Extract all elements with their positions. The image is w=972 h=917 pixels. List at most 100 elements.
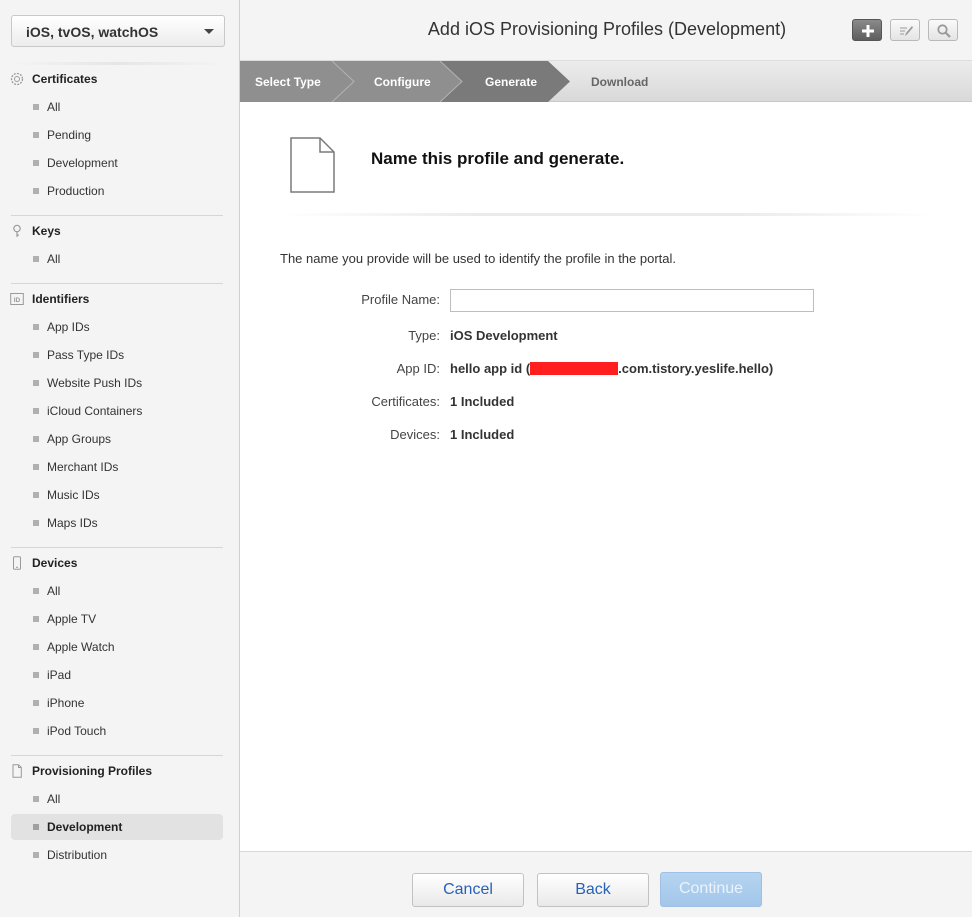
bullet bbox=[33, 104, 39, 110]
sidebar-item-profiles-distribution[interactable]: Distribution bbox=[11, 842, 223, 868]
sidebar-item-label: Pass Type IDs bbox=[47, 348, 125, 362]
bullet bbox=[33, 852, 39, 858]
platform-select[interactable]: iOS, tvOS, watchOS bbox=[11, 15, 225, 47]
bullet bbox=[33, 380, 39, 386]
chevron-down-icon bbox=[204, 29, 214, 34]
bullet bbox=[33, 824, 39, 830]
add-button[interactable] bbox=[852, 19, 882, 41]
intro-text: The name you provide will be used to ide… bbox=[280, 251, 677, 266]
sidebar-item-label: Merchant IDs bbox=[47, 460, 119, 474]
sidebar-item-app-groups[interactable]: App Groups bbox=[11, 426, 223, 452]
sidebar-item-label: iPod Touch bbox=[47, 724, 107, 738]
certificates-value: 1 Included bbox=[450, 394, 515, 409]
bullet bbox=[33, 700, 39, 706]
sidebar-item-label: Development bbox=[47, 156, 118, 170]
bullet bbox=[33, 728, 39, 734]
bullet bbox=[33, 256, 39, 262]
sidebar-item-icloud-containers[interactable]: iCloud Containers bbox=[11, 398, 223, 424]
type-value: iOS Development bbox=[450, 328, 558, 343]
sidebar-item-profiles-development[interactable]: Development bbox=[11, 814, 223, 840]
sidebar-item-keys-all[interactable]: All bbox=[11, 246, 223, 272]
bullet bbox=[33, 352, 39, 358]
devices-value: 1 Included bbox=[450, 427, 515, 442]
sidebar-item-profiles-all[interactable]: All bbox=[11, 786, 223, 812]
sidebar-item-ipod-touch[interactable]: iPod Touch bbox=[11, 718, 223, 744]
devices-label: Devices: bbox=[390, 427, 440, 442]
bullet bbox=[33, 160, 39, 166]
sidebar-item-label: All bbox=[47, 792, 61, 806]
app-id-label: App ID: bbox=[396, 361, 440, 376]
sidebar-item-iphone[interactable]: iPhone bbox=[11, 690, 223, 716]
sidebar-item-label: Apple TV bbox=[47, 612, 97, 626]
sidebar-item-label: Maps IDs bbox=[47, 516, 98, 530]
section-divider bbox=[11, 283, 223, 284]
search-button[interactable] bbox=[928, 19, 958, 41]
sidebar-item-label: App Groups bbox=[47, 432, 112, 446]
section-title: Certificates bbox=[32, 72, 98, 86]
bullet bbox=[33, 672, 39, 678]
sidebar-item-app-ids[interactable]: App IDs bbox=[11, 314, 223, 340]
app-id-value: hello app id ( .com.tistory.yeslife.hello… bbox=[450, 361, 773, 376]
device-icon bbox=[13, 556, 21, 570]
sidebar-item-certificates-all[interactable]: All bbox=[11, 94, 223, 120]
step-label: Select Type bbox=[255, 75, 321, 89]
section-divider bbox=[11, 755, 223, 756]
sidebar-item-pass-type-ids[interactable]: Pass Type IDs bbox=[11, 342, 223, 368]
sidebar-item-label: App IDs bbox=[47, 320, 90, 334]
gear-badge-icon bbox=[10, 72, 24, 86]
sidebar-item-label: iPhone bbox=[47, 696, 85, 710]
id-icon: ID bbox=[10, 293, 24, 305]
section-divider bbox=[11, 547, 223, 548]
add-icon bbox=[862, 25, 874, 37]
back-button[interactable]: Back bbox=[537, 873, 649, 907]
platform-select-value: iOS, tvOS, watchOS bbox=[26, 24, 159, 40]
step-label: Download bbox=[591, 75, 649, 89]
sidebar-item-label: Music IDs bbox=[47, 488, 100, 502]
sidebar-item-label: Production bbox=[47, 184, 105, 198]
bullet bbox=[33, 132, 39, 138]
sidebar-item-label: Pending bbox=[47, 128, 92, 142]
bullet bbox=[33, 408, 39, 414]
edit-button[interactable] bbox=[890, 19, 920, 41]
sidebar-item-certificates-pending[interactable]: Pending bbox=[11, 122, 223, 148]
step-label: Configure bbox=[374, 75, 431, 89]
sidebar-item-apple-tv[interactable]: Apple TV bbox=[11, 606, 223, 632]
sidebar-item-maps-ids[interactable]: Maps IDs bbox=[11, 510, 223, 536]
bullet bbox=[33, 588, 39, 594]
profile-name-input[interactable] bbox=[450, 289, 814, 312]
sidebar-item-merchant-ids[interactable]: Merchant IDs bbox=[11, 454, 223, 480]
step-label: Generate bbox=[485, 75, 538, 89]
bullet bbox=[33, 436, 39, 442]
section-title: Keys bbox=[32, 224, 61, 238]
sidebar-item-music-ids[interactable]: Music IDs bbox=[11, 482, 223, 508]
continue-button[interactable]: Continue bbox=[660, 872, 762, 907]
app-id-prefix: hello app id ( bbox=[450, 361, 531, 376]
sidebar-item-devices-all[interactable]: All bbox=[11, 578, 223, 604]
content-divider bbox=[280, 213, 936, 216]
section-title: Provisioning Profiles bbox=[32, 764, 153, 778]
cancel-button[interactable]: Cancel bbox=[412, 873, 524, 907]
sidebar-item-label: Distribution bbox=[47, 848, 108, 862]
sidebar-item-label: iPad bbox=[47, 668, 72, 682]
edit-icon bbox=[900, 26, 913, 36]
sidebar-item-website-push-ids[interactable]: Website Push IDs bbox=[11, 370, 223, 396]
sidebar-item-certificates-development[interactable]: Development bbox=[11, 150, 223, 176]
bullet bbox=[33, 520, 39, 526]
sidebar-item-label: Apple Watch bbox=[47, 640, 115, 654]
search-icon bbox=[937, 24, 951, 38]
app-id-suffix: .com.tistory.yeslife.hello) bbox=[618, 361, 774, 376]
bullet bbox=[33, 188, 39, 194]
profile-name-label: Profile Name: bbox=[361, 292, 440, 307]
sidebar: iOS, tvOS, watchOS Certificates All Pend… bbox=[0, 0, 240, 917]
sidebar-item-apple-watch[interactable]: Apple Watch bbox=[11, 634, 223, 660]
section-divider bbox=[11, 215, 223, 216]
bullet bbox=[33, 616, 39, 622]
section-title: Identifiers bbox=[32, 292, 90, 306]
sidebar-item-label: Development bbox=[47, 820, 123, 834]
bullet bbox=[33, 644, 39, 650]
sidebar-item-ipad[interactable]: iPad bbox=[11, 662, 223, 688]
sidebar-item-label: All bbox=[47, 252, 61, 266]
sidebar-item-certificates-production[interactable]: Production bbox=[11, 178, 223, 204]
document-icon bbox=[12, 764, 22, 778]
redaction-block bbox=[530, 362, 619, 375]
